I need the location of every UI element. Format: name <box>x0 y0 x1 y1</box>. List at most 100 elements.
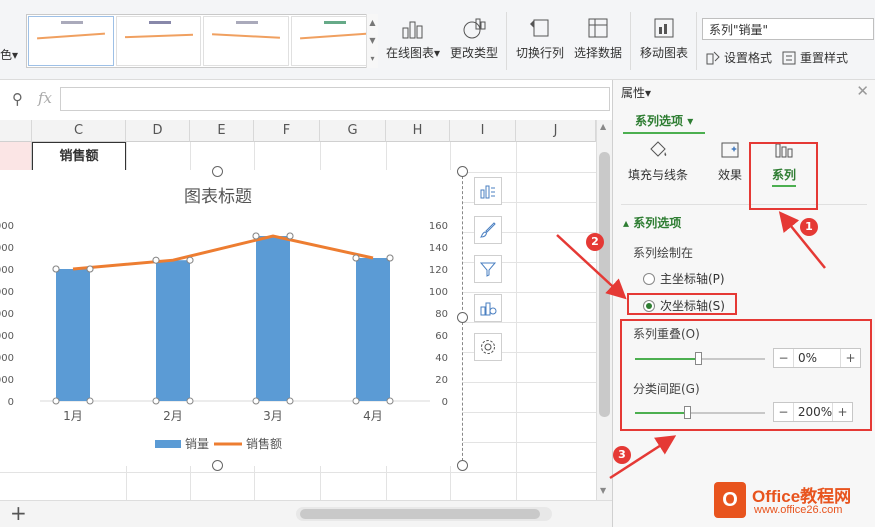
reset-style-label: 重置样式 <box>800 51 849 65</box>
y-right-tick-label: 160 <box>429 221 448 232</box>
y-left-tick-label: 000 <box>0 375 14 386</box>
chart-elements-button[interactable] <box>474 177 502 205</box>
legend-swatch-bar <box>155 440 181 448</box>
close-icon[interactable]: ✕ <box>856 82 869 100</box>
style-thumb-1[interactable] <box>28 16 114 66</box>
primary-axis-radio[interactable]: 主坐标轴(P) <box>643 270 725 287</box>
horizontal-scroll-thumb[interactable] <box>300 509 540 519</box>
column-header-e[interactable]: E <box>190 120 254 142</box>
column-header-h[interactable]: H <box>386 120 450 142</box>
grid-line <box>516 142 517 500</box>
x-tick-label: 1月 <box>63 409 83 423</box>
move-chart-button[interactable]: 移动图表 <box>637 16 691 61</box>
chart-online-button[interactable] <box>474 294 502 322</box>
y-left-tick-label: 000 <box>0 309 14 320</box>
primary-axis-label: 主坐标轴(P) <box>660 272 725 286</box>
bar-handle <box>386 397 394 405</box>
bar-1月 <box>56 269 90 401</box>
filter-icon <box>479 262 497 277</box>
chart-filter-button[interactable] <box>474 255 502 283</box>
line-point-4月 <box>352 254 360 262</box>
tab-series-options-label: 系列选项 <box>635 114 684 128</box>
column-header-c[interactable]: C <box>32 120 126 142</box>
line-point-3月 <box>252 232 260 240</box>
set-format-label: 设置格式 <box>724 51 773 65</box>
resize-handle-bottom[interactable] <box>212 460 223 471</box>
gallery-scroll[interactable]: ▲ ▼ ▾ <box>366 14 378 68</box>
brush-icon <box>479 222 496 238</box>
sheet-bottom-bar: + <box>0 500 612 527</box>
series-selector[interactable]: 系列"销量" <box>702 18 874 40</box>
fill-bucket-icon <box>650 141 667 157</box>
y-right-tick-label: 0 <box>442 397 448 408</box>
tab-series-options[interactable]: 系列选项 ▾ <box>623 110 705 134</box>
line-point-2月 <box>186 256 194 264</box>
panel-title[interactable]: 属性▾ <box>621 84 651 101</box>
chart-title[interactable]: 图表标题 <box>184 187 252 207</box>
color-dropdown[interactable]: 色▾ <box>0 46 18 63</box>
column-header-d[interactable]: D <box>126 120 190 142</box>
column-header-j[interactable]: J <box>516 120 596 142</box>
x-tick-label: 4月 <box>363 409 383 423</box>
y-right-tick-label: 100 <box>429 287 448 298</box>
column-header-b[interactable] <box>0 120 32 142</box>
series-options-section[interactable]: ▴ 系列选项 <box>623 214 681 231</box>
horizontal-scrollbar[interactable] <box>296 507 552 521</box>
set-format-button[interactable]: 设置格式 <box>705 49 772 66</box>
y-left-tick-label: 0 <box>8 397 14 408</box>
chart-style-gallery[interactable] <box>26 14 378 68</box>
resize-handle-top[interactable] <box>212 166 223 177</box>
reset-style-button[interactable]: 重置样式 <box>781 49 848 66</box>
column-header-g[interactable]: G <box>320 120 386 142</box>
bar-handle <box>286 397 294 405</box>
column-header-f[interactable]: F <box>254 120 320 142</box>
switch-row-col-icon <box>530 19 549 37</box>
cell-c2[interactable]: 销售额 <box>32 142 126 172</box>
plot-on-label: 系列绘制在 <box>633 246 694 260</box>
legend-label-line: 销售额 <box>246 436 282 451</box>
chart[interactable]: 图表标题 0000000000000000000000000 160140120… <box>0 170 470 470</box>
bar-4月 <box>356 258 390 401</box>
resize-handle-right[interactable] <box>457 312 468 323</box>
resize-handle-top-right[interactable] <box>457 166 468 177</box>
style-thumb-3[interactable] <box>203 16 289 66</box>
gear-icon <box>481 340 495 354</box>
formula-input[interactable] <box>60 87 610 111</box>
vertical-scrollbar[interactable]: ▲ ▼ <box>596 120 612 500</box>
style-thumb-2[interactable] <box>115 16 201 66</box>
annotation-box-series-tab <box>749 142 818 210</box>
fill-line-tab[interactable]: 填充与线条 <box>623 140 693 183</box>
scroll-down-icon[interactable]: ▼ <box>600 486 606 495</box>
chart-settings-button[interactable] <box>474 333 502 361</box>
chart-style-button[interactable] <box>474 216 502 244</box>
section-label: 系列选项 <box>633 216 682 230</box>
effects-icon <box>721 142 739 158</box>
change-type-button[interactable]: 更改类型 <box>447 16 501 61</box>
vertical-scroll-thumb[interactable] <box>599 152 610 417</box>
resize-handle-bottom-right[interactable] <box>457 460 468 471</box>
y-left-tick-label: 000 <box>0 287 14 298</box>
select-data-button[interactable]: 选择数据 <box>571 16 625 61</box>
annotation-badge-1: 1 <box>800 218 818 236</box>
bar-handle <box>52 397 60 405</box>
add-sheet-icon[interactable]: + <box>10 501 27 525</box>
zoom-formula-icon[interactable]: ⚲ <box>12 90 23 108</box>
bar-handle <box>352 397 360 405</box>
cell-b2[interactable] <box>0 142 32 172</box>
switch-row-col-button[interactable]: 切换行列 <box>513 16 567 61</box>
line-point-4月 <box>386 254 394 262</box>
column-header-i[interactable]: I <box>450 120 516 142</box>
bar-handle <box>86 397 94 405</box>
online-chart-label: 在线图表 <box>385 46 434 60</box>
bar-3月 <box>256 236 290 401</box>
effects-tab[interactable]: 效果 <box>705 140 755 183</box>
ribbon-separator <box>696 12 697 70</box>
fx-icon[interactable]: fx <box>38 89 52 107</box>
style-thumb-4[interactable] <box>290 16 376 66</box>
primary-axis-radio-dot[interactable] <box>643 272 655 285</box>
bar-handle <box>186 397 194 405</box>
online-chart-button[interactable]: 在线图表▾ <box>382 16 444 61</box>
annotation-box-sliders <box>620 319 872 431</box>
scroll-up-icon[interactable]: ▲ <box>600 122 606 131</box>
switch-row-col-label: 切换行列 <box>515 46 564 60</box>
